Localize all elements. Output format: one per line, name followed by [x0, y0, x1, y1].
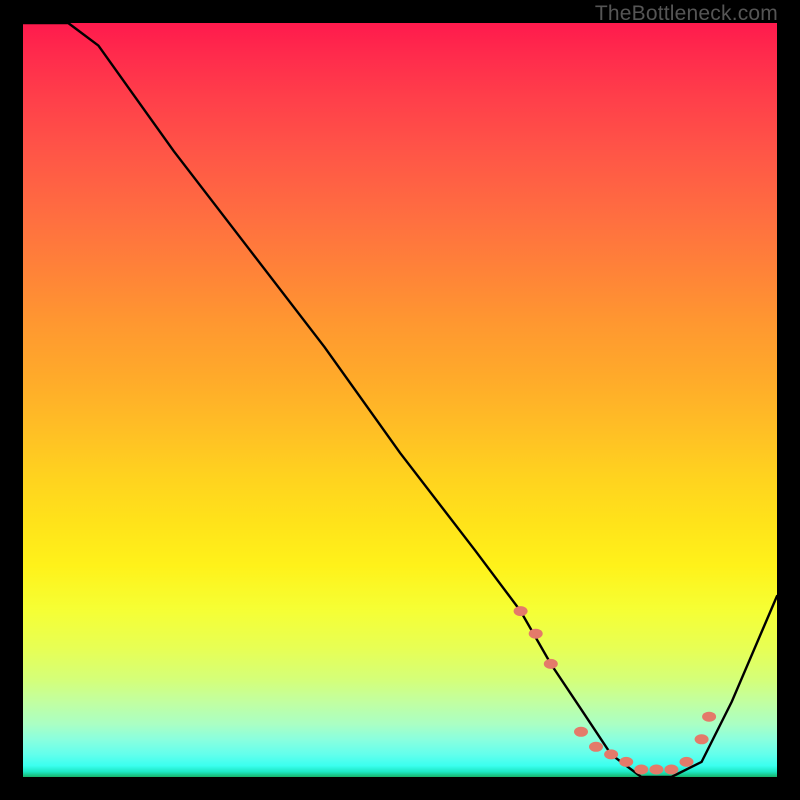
threshold-dot [604, 749, 618, 759]
threshold-dot [589, 742, 603, 752]
threshold-dot [702, 712, 716, 722]
threshold-dot [649, 765, 663, 775]
chart-frame: TheBottleneck.com [0, 0, 800, 800]
threshold-dot [664, 765, 678, 775]
threshold-dot [529, 629, 543, 639]
threshold-dot [680, 757, 694, 767]
threshold-dot [634, 765, 648, 775]
threshold-dot [514, 606, 528, 616]
threshold-dot [544, 659, 558, 669]
chart-svg [23, 23, 777, 777]
threshold-dot [574, 727, 588, 737]
watermark-text: TheBottleneck.com [595, 2, 778, 26]
threshold-dots-group [514, 606, 717, 774]
bottleneck-curve [23, 23, 777, 777]
threshold-dot [695, 734, 709, 744]
threshold-dot [619, 757, 633, 767]
